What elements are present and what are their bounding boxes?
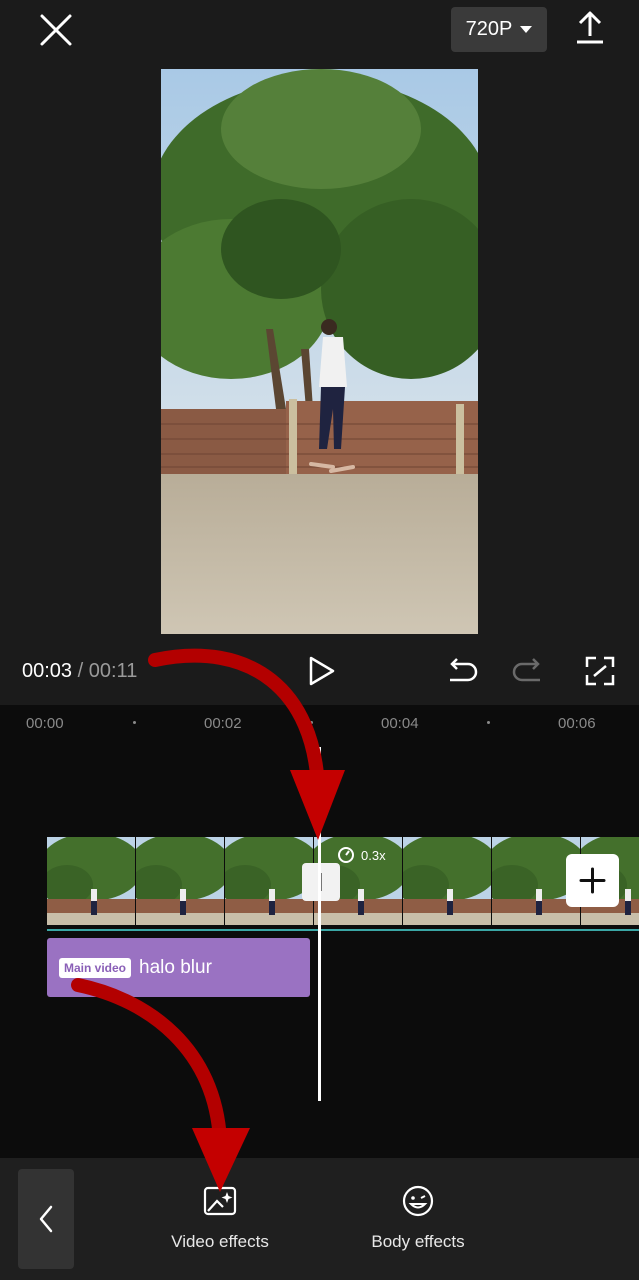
speed-icon: [338, 847, 354, 863]
effect-clip-name: halo blur: [139, 956, 212, 978]
top-bar: 720P: [0, 0, 639, 60]
timeline[interactable]: 00:00 00:02 00:04 00:06 0.3x Main video …: [0, 705, 639, 1158]
time-display: 00:03 / 00:11: [22, 660, 137, 683]
video-effects-tool[interactable]: Video effects: [140, 1183, 300, 1252]
effect-clip-badge: Main video: [59, 957, 132, 978]
ruler-label: 00:02: [204, 715, 242, 732]
close-icon: [40, 14, 72, 46]
resolution-dropdown[interactable]: 720P: [451, 7, 547, 52]
chevron-left-icon: [39, 1205, 53, 1233]
preview-image: [161, 69, 478, 634]
redo-icon: [512, 658, 540, 682]
close-button[interactable]: [36, 10, 76, 50]
video-effects-label: Video effects: [171, 1232, 269, 1251]
upload-icon: [577, 11, 603, 44]
resolution-label: 720P: [465, 18, 513, 40]
video-thumbnail: [403, 837, 492, 925]
fullscreen-icon: [585, 656, 615, 686]
video-effects-icon: [203, 1186, 237, 1216]
playback-controls: 00:03 / 00:11: [0, 640, 639, 700]
add-clip-button[interactable]: [566, 854, 619, 907]
ruler-dot: [310, 721, 313, 724]
current-time: 00:03: [22, 660, 73, 682]
body-effects-label: Body effects: [371, 1232, 465, 1251]
effect-clip[interactable]: Main video halo blur: [47, 938, 310, 997]
ruler-dot: [487, 721, 490, 724]
video-thumbnail: [136, 837, 225, 925]
body-effects-tool[interactable]: Body effects: [338, 1183, 498, 1252]
ruler-label: 00:04: [381, 715, 419, 732]
play-icon: [309, 656, 335, 686]
video-thumbnail: [47, 837, 136, 925]
ruler-label: 00:06: [558, 715, 596, 732]
speed-indicator: 0.3x: [337, 846, 386, 864]
ruler-dot: [133, 721, 136, 724]
play-button[interactable]: [303, 654, 339, 688]
body-effects-icon: [402, 1185, 434, 1217]
back-button[interactable]: [18, 1169, 74, 1269]
speed-label: 0.3x: [361, 847, 386, 863]
time-separator: /: [77, 660, 84, 682]
fullscreen-button[interactable]: [582, 654, 618, 688]
undo-button[interactable]: [442, 654, 478, 688]
undo-icon: [450, 658, 478, 682]
playhead[interactable]: [318, 747, 321, 1101]
ruler-label: 00:00: [26, 715, 64, 732]
video-preview[interactable]: [161, 69, 478, 634]
plus-icon: [579, 867, 606, 894]
chevron-down-icon: [520, 26, 533, 33]
export-button[interactable]: [572, 8, 608, 48]
track-divider: [47, 929, 639, 931]
clip-trim-handle[interactable]: [302, 863, 340, 901]
bottom-toolbar: Video effects Body effects: [0, 1158, 639, 1280]
video-thumbnail: [225, 837, 314, 925]
redo-button[interactable]: [512, 654, 548, 688]
total-time: 00:11: [88, 660, 138, 682]
